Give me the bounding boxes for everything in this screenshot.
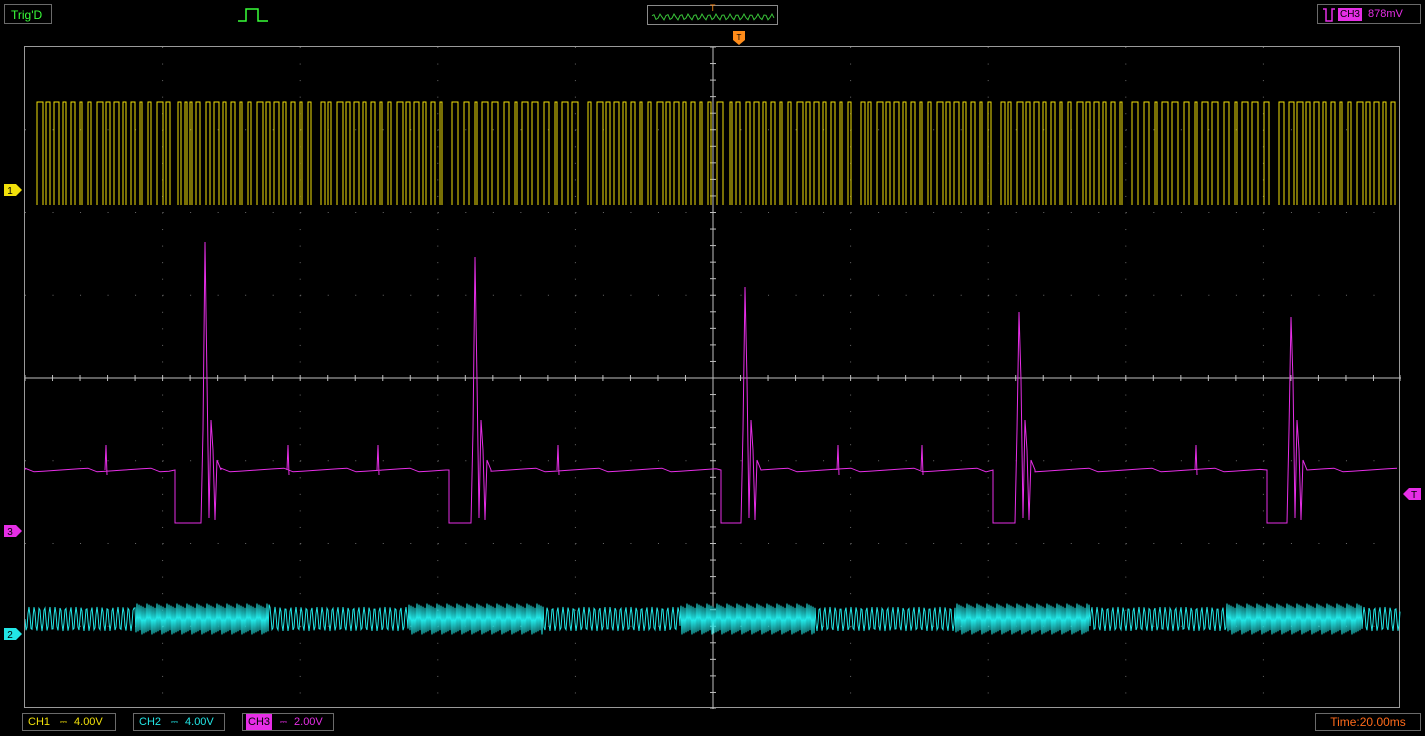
ch2-waveform <box>25 603 1401 635</box>
ch1-position-marker[interactable]: 1 <box>4 184 22 196</box>
ch3-scale: 2.00V <box>294 716 323 728</box>
ch1-scale-box[interactable]: CH1 ⎓ 4.00V <box>22 713 116 731</box>
trigger-level-marker[interactable]: T <box>1403 488 1421 500</box>
ch1-waveform <box>36 101 1396 205</box>
ch2-scale-box[interactable]: CH2 ⎓ 4.00V <box>133 713 225 731</box>
bottom-status-bar: CH1 ⎓ 4.00V CH2 ⎓ 4.00V CH3 ⎓ 2.00V Time:20.00… <box>0 710 1425 736</box>
ch1-marker-label: 1 <box>7 186 13 196</box>
ch1-label: CH1 <box>28 716 51 728</box>
trigger-status-badge: Trig'D <box>4 4 52 24</box>
trigger-position-overview[interactable]: T <box>647 3 778 25</box>
dc-coupling-icon: ⎓ <box>59 717 67 727</box>
trigger-source-badge: CH3 <box>1338 8 1362 21</box>
ch2-marker-label: 2 <box>7 630 13 640</box>
ch2-label: CH2 <box>139 716 162 728</box>
ch3-waveform <box>25 241 1398 524</box>
trigger-position-marker[interactable]: T <box>733 31 745 45</box>
ch2-scale: 4.00V <box>185 716 214 728</box>
timebase-readout[interactable]: Time:20.00ms <box>1315 713 1421 731</box>
ch3-marker-label: 3 <box>7 527 13 537</box>
ch3-label: CH3 <box>246 714 273 730</box>
dc-coupling-icon: ⎓ <box>279 717 287 727</box>
ch3-position-marker[interactable]: 3 <box>4 525 22 537</box>
trigger-position-label: T <box>710 3 716 13</box>
ch2-position-marker[interactable]: 2 <box>4 628 22 640</box>
dc-coupling-icon: ⎓ <box>170 717 178 727</box>
pulse-trigger-type-icon[interactable] <box>238 6 268 24</box>
trigger-level-marker-label: T <box>1411 490 1417 500</box>
svg-text:T: T <box>737 33 742 42</box>
ch1-scale: 4.00V <box>74 716 103 728</box>
waveform-display[interactable] <box>24 46 1401 709</box>
falling-edge-icon <box>1323 8 1335 22</box>
top-status-bar: Trig'D T CH3 878mV <box>0 0 1425 30</box>
trigger-level-value: 878mV <box>1368 8 1403 20</box>
waveform-traces <box>25 101 1401 635</box>
trigger-settings[interactable]: CH3 878mV <box>1317 4 1421 24</box>
ch3-scale-box[interactable]: CH3 ⎓ 2.00V <box>242 713 334 731</box>
